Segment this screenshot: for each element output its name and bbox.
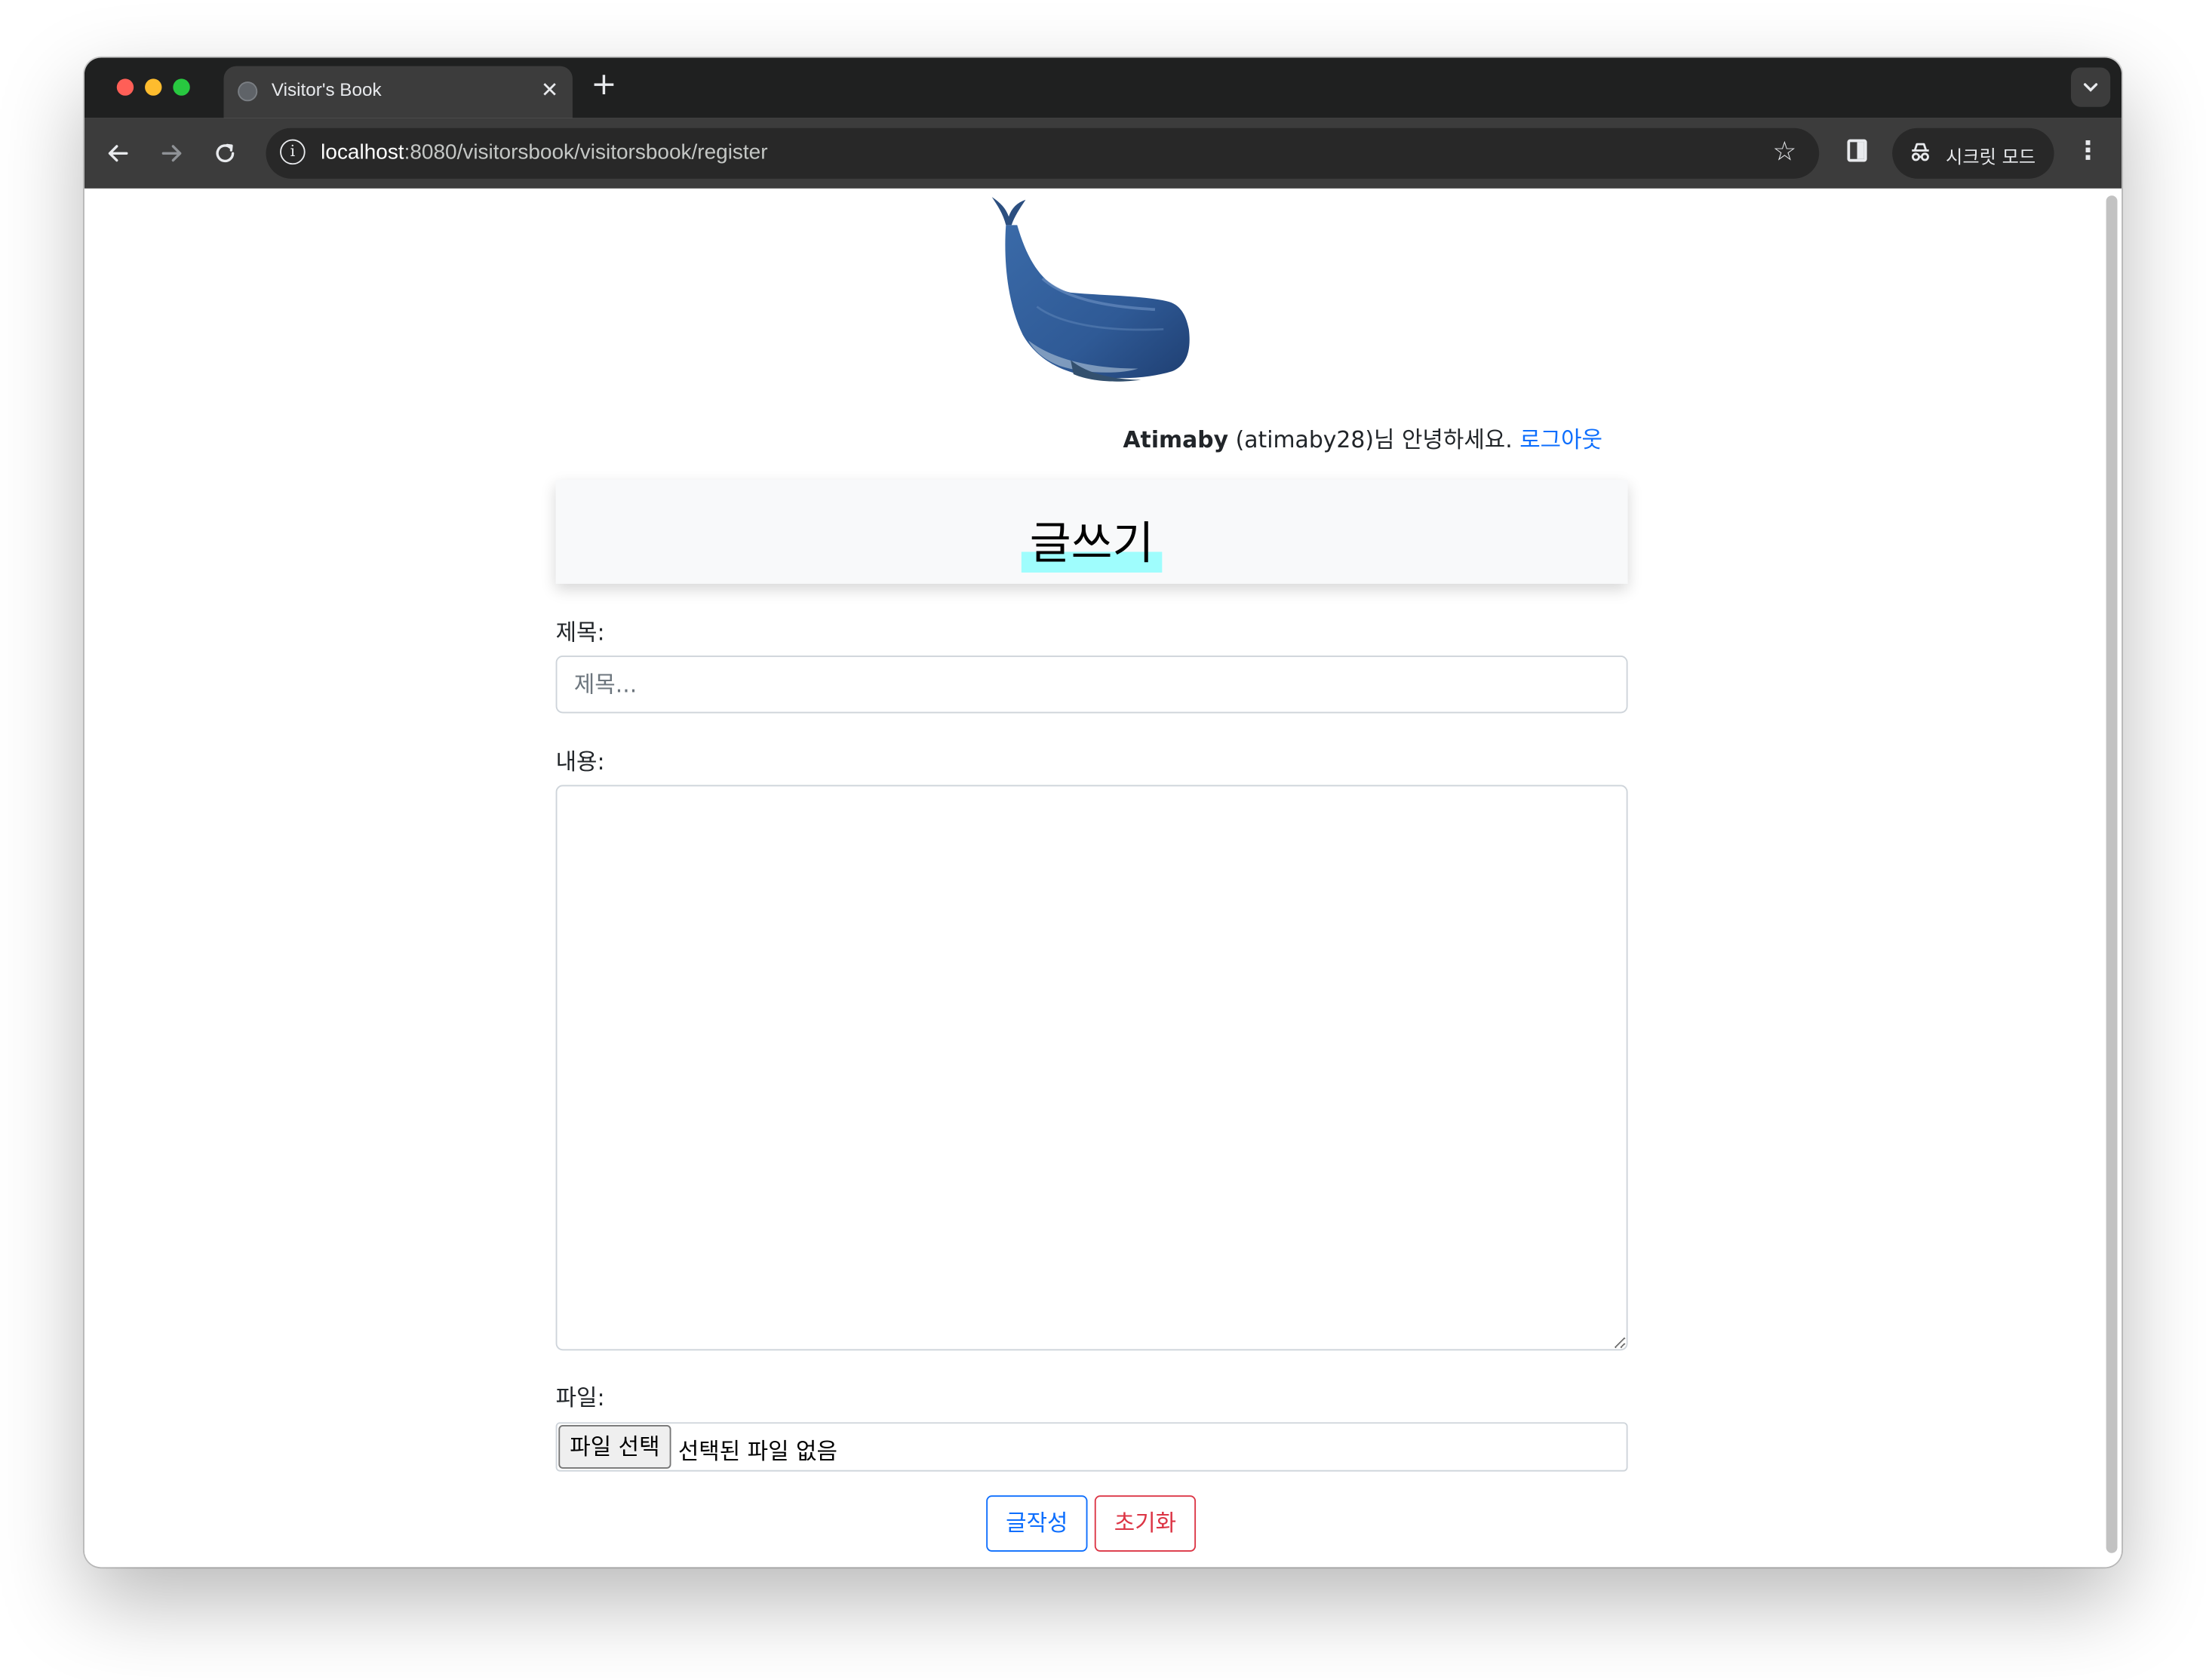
- back-button[interactable]: [101, 137, 135, 170]
- submit-button[interactable]: 글작성: [986, 1495, 1088, 1552]
- incognito-indicator[interactable]: 시크릿 모드: [1892, 127, 2054, 179]
- side-panel-icon[interactable]: [1847, 139, 1867, 162]
- tab-visitors-book[interactable]: Visitor's Book ✕: [223, 66, 573, 118]
- minimize-window-button[interactable]: [145, 78, 162, 96]
- arrow-left-icon: [108, 145, 128, 162]
- tab-bar: Visitor's Book ✕ +: [84, 57, 2122, 118]
- url-host: localhost: [321, 140, 404, 165]
- reload-icon: [216, 143, 235, 163]
- file-label: 파일:: [555, 1384, 605, 1411]
- close-window-button[interactable]: [116, 78, 134, 96]
- browser-toolbar: i localhost:8080/visitorsbook/visitorsbo…: [84, 118, 2122, 189]
- user-name: Atimaby: [1123, 426, 1229, 453]
- reload-button[interactable]: [208, 137, 242, 170]
- url-text[interactable]: localhost:8080/visitorsbook/visitorsbook…: [321, 140, 767, 164]
- forward-button[interactable]: [155, 137, 189, 170]
- title-input[interactable]: [555, 655, 1628, 714]
- browser-window: Visitor's Book ✕ + i localhost:8080/visi…: [84, 57, 2122, 1568]
- page-viewport: Atimaby (atimaby28)님 안녕하세요. 로그아웃 글쓰기 제목:…: [84, 188, 2122, 1568]
- content-label: 내용:: [555, 748, 605, 776]
- reset-button[interactable]: 초기화: [1094, 1495, 1197, 1552]
- incognito-label: 시크릿 모드: [1946, 147, 2036, 169]
- arrow-right-icon: [161, 145, 182, 162]
- chevron-down-icon: [2083, 83, 2098, 92]
- page-header-card: 글쓰기: [555, 479, 1628, 584]
- globe-icon: [238, 81, 258, 102]
- user-greeting: Atimaby (atimaby28)님 안녕하세요. 로그아웃: [556, 421, 1602, 455]
- title-label: 제목:: [555, 619, 605, 646]
- new-tab-button[interactable]: +: [591, 68, 616, 103]
- file-status-text: 선택된 파일 없음: [677, 1437, 837, 1465]
- info-icon[interactable]: i: [280, 139, 306, 165]
- whale-logo: [991, 197, 1190, 382]
- content-textarea[interactable]: [555, 785, 1628, 1351]
- page-title: 글쓰기: [556, 508, 1628, 573]
- page-title-text: 글쓰기: [1021, 508, 1163, 573]
- page-scrollbar[interactable]: [2106, 195, 2118, 1553]
- tab-title: Visitor's Book: [271, 78, 382, 100]
- choose-file-button[interactable]: 파일 선택: [558, 1425, 671, 1469]
- incognito-icon: [1910, 140, 1932, 168]
- star-icon[interactable]: ☆: [1773, 137, 1797, 167]
- tab-close-icon[interactable]: ✕: [541, 78, 558, 103]
- kebab-menu-icon[interactable]: ⋮: [2075, 134, 2101, 170]
- user-id-greeting: (atimaby28)님 안녕하세요.: [1228, 426, 1520, 453]
- maximize-window-button[interactable]: [173, 78, 190, 96]
- tab-search-button[interactable]: [2070, 67, 2111, 107]
- file-input[interactable]: 파일 선택 선택된 파일 없음: [555, 1422, 1628, 1472]
- address-bar[interactable]: i localhost:8080/visitorsbook/visitorsbo…: [266, 127, 1820, 179]
- url-path: :8080/visitorsbook/visitorsbook/register: [404, 140, 768, 165]
- logout-link[interactable]: 로그아웃: [1519, 426, 1602, 453]
